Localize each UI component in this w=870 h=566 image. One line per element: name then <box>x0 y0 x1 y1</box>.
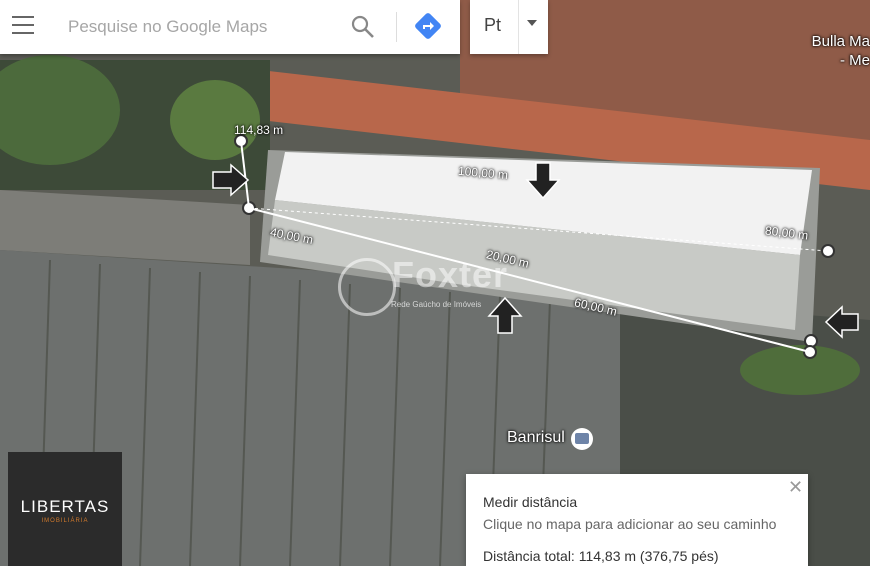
measure-panel-title: Medir distância <box>483 494 578 510</box>
place-label-top-right[interactable]: Bulla Ma - Me <box>812 32 870 70</box>
place-label-line2: - Me <box>840 52 870 69</box>
search-box <box>0 0 460 54</box>
language-selected[interactable]: Pt <box>484 15 501 36</box>
measure-panel-total: Distância total: 114,83 m (376,75 pés) <box>483 548 719 564</box>
place-label-line1: Bulla Ma <box>811 33 870 50</box>
menu-icon[interactable] <box>12 16 34 36</box>
measure-distance-panel: ✕ Medir distância Clique no mapa para ad… <box>466 474 808 566</box>
directions-icon[interactable] <box>414 12 442 40</box>
foxter-logo-icon <box>338 258 396 316</box>
search-icon[interactable] <box>350 14 376 40</box>
language-divider <box>518 0 519 54</box>
measure-panel-hint: Clique no mapa para adicionar ao seu cam… <box>483 516 777 532</box>
language-selector[interactable]: Pt <box>470 0 548 54</box>
logo-subtitle: IMOBILIÁRIA <box>41 518 89 524</box>
bank-icon[interactable] <box>571 428 593 450</box>
watermark-tagline: Rede Gaúcho de Imóveis <box>391 300 482 309</box>
caret-down-icon[interactable] <box>527 20 537 26</box>
search-divider <box>396 12 397 42</box>
close-icon[interactable]: ✕ <box>788 477 803 498</box>
place-label-banrisul[interactable]: Banrisul <box>507 429 565 447</box>
watermark-name: Foxter <box>392 254 509 295</box>
libertas-logo: LIBERTAS IMOBILIÁRIA <box>8 452 122 566</box>
search-input[interactable] <box>66 13 340 41</box>
measure-label-start: 114,83 m <box>234 123 284 137</box>
logo-title: LIBERTAS <box>20 497 110 516</box>
